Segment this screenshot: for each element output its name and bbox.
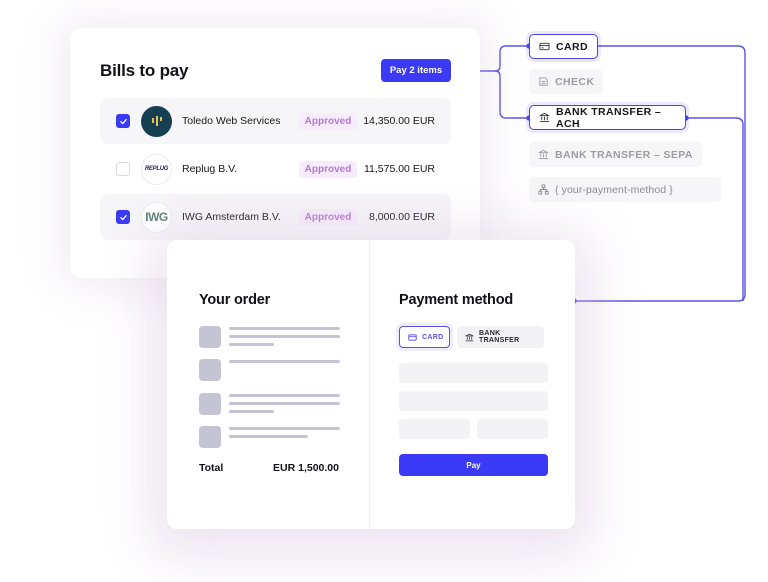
bills-title: Bills to pay (100, 61, 189, 80)
status-badge: Approved (299, 208, 357, 226)
checkmark-icon (119, 118, 127, 124)
method-card[interactable]: CARD (529, 34, 598, 59)
order-title: Your order (199, 292, 271, 308)
bill-amount: 11,575.00 EUR (363, 163, 435, 175)
status-badge: Approved (299, 160, 357, 178)
cvc-field[interactable] (477, 419, 548, 439)
method-bank-transfer-ach[interactable]: BANK TRANSFER – ACH (529, 105, 686, 130)
order-item-placeholder (199, 426, 340, 448)
bill-row[interactable]: REPLUG Replug B.V. Approved 11,575.00 EU… (100, 146, 451, 192)
vendor-name: IWG Amsterdam B.V. (182, 211, 281, 223)
bill-amount: 8,000.00 EUR (369, 211, 435, 223)
card-number-field[interactable] (399, 363, 548, 383)
order-item-placeholder (199, 393, 340, 415)
replug-logo: REPLUG (141, 153, 172, 185)
total-label: Total (199, 462, 224, 474)
method-label: BANK TRANSFER – ACH (556, 105, 662, 130)
expiry-field[interactable] (399, 419, 470, 439)
method-label: BANK TRANSFER – SEPA (555, 148, 693, 161)
method-label: { your-payment-method } (555, 183, 673, 196)
check-document-icon (539, 77, 548, 86)
cardholder-field[interactable] (399, 391, 548, 411)
bank-icon (538, 149, 549, 160)
method-bank-transfer-sepa[interactable]: BANK TRANSFER – SEPA (529, 142, 702, 167)
tab-bank-transfer[interactable]: BANK TRANSFER (457, 326, 544, 348)
bill-checkbox[interactable] (116, 210, 130, 224)
bill-checkbox[interactable] (116, 114, 130, 128)
order-item-placeholder (199, 326, 340, 348)
bill-checkbox[interactable] (116, 162, 130, 176)
payment-column: Payment method CARD BANK TRANSFER Pay (370, 240, 575, 529)
total-value: EUR 1,500.00 (273, 462, 339, 474)
iwg-logo: IWG (141, 201, 172, 233)
bill-row[interactable]: Toledo Web Services Approved 14,350.00 E… (100, 98, 451, 144)
sitemap-icon (538, 184, 549, 195)
tab-card[interactable]: CARD (399, 326, 450, 348)
tab-label: CARD (422, 333, 444, 341)
pay-button[interactable]: Pay (399, 454, 548, 476)
bank-icon (539, 112, 550, 123)
status-badge: Approved (299, 112, 357, 130)
vendor-name: Replug B.V. (182, 163, 238, 175)
toledo-logo (141, 105, 172, 137)
method-custom[interactable]: { your-payment-method } (529, 177, 721, 202)
method-label: CHECK (555, 75, 595, 88)
order-item-placeholder (199, 359, 340, 381)
connector-pay-to-ach (494, 70, 529, 119)
card-icon (408, 333, 417, 341)
order-column: Your order Total EUR 1,500.00 (167, 240, 370, 529)
card-icon (539, 42, 550, 51)
payment-title: Payment method (399, 292, 514, 308)
bill-row[interactable]: IWG IWG Amsterdam B.V. Approved 8,000.00… (100, 194, 451, 240)
tab-label: BANK TRANSFER (479, 330, 520, 344)
method-check[interactable]: CHECK (529, 69, 604, 94)
pay-items-button[interactable]: Pay 2 items (381, 59, 451, 82)
bank-icon (465, 333, 474, 341)
method-label: CARD (556, 40, 588, 53)
vendor-name: Toledo Web Services (182, 115, 281, 127)
checkmark-icon (119, 214, 127, 220)
checkout-card: Your order Total EUR 1,500.00 Payment me… (167, 240, 575, 529)
bill-amount: 14,350.00 EUR (363, 115, 435, 127)
